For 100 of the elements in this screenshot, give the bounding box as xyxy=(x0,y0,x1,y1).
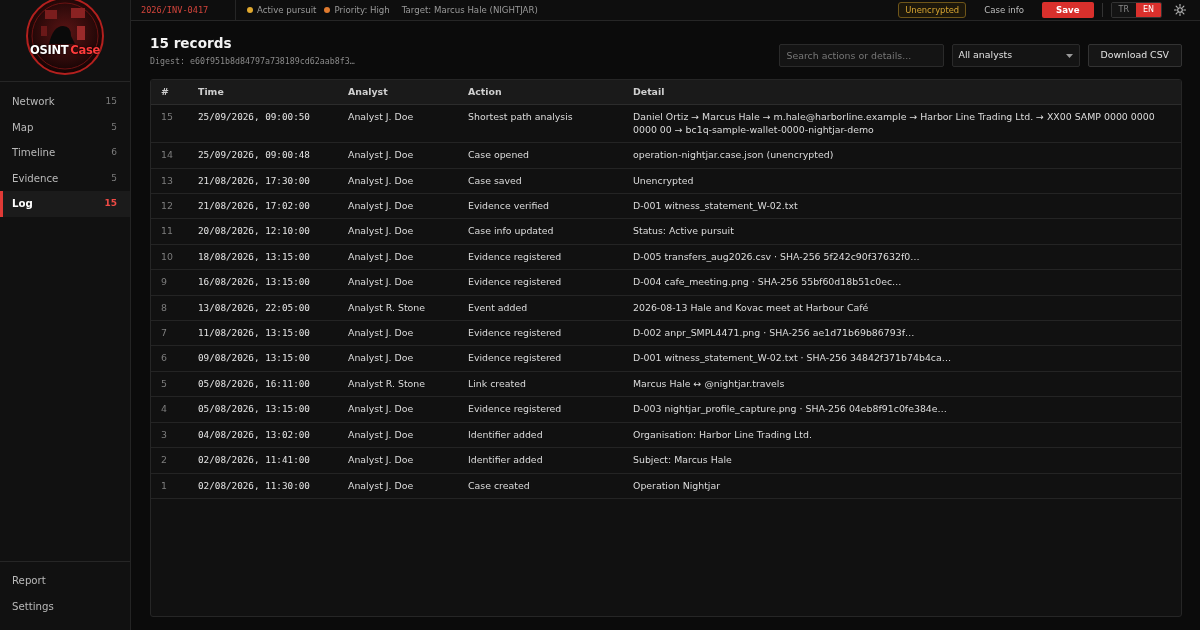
sidebar-nav-item[interactable]: Network 15 xyxy=(0,89,130,115)
row-number: 1 xyxy=(151,473,188,499)
analyst-cell: Analyst J. Doe xyxy=(338,422,458,448)
analyst-cell: Analyst J. Doe xyxy=(338,193,458,219)
time-cell: 11/08/2026, 13:15:00 xyxy=(188,320,338,346)
sidebar-nav-item[interactable]: Log 15 xyxy=(0,191,130,217)
action-cell: Case saved xyxy=(458,168,623,194)
time-cell: 09/08/2026, 13:15:00 xyxy=(188,345,338,372)
analyst-cell: Analyst J. Doe xyxy=(338,104,458,143)
item-count: 15 xyxy=(105,95,117,108)
item-count: 5 xyxy=(111,171,117,185)
analyst-cell: Analyst J. Doe xyxy=(338,244,458,270)
save-button[interactable]: Save xyxy=(1042,2,1094,18)
action-cell: Evidence registered xyxy=(458,396,623,423)
detail-cell: D-004 cafe_meeting.png · SHA-256 55bf60d18b51c0ec… xyxy=(623,269,1181,296)
detail-cell: D-001 witness_statement_W-02.txt · SHA-256 34842f371b74b4ca… xyxy=(623,345,1181,372)
logo-accent-text: Case xyxy=(70,44,100,57)
logo-text: OSINT xyxy=(30,44,69,57)
action-cell: Case created xyxy=(458,473,623,499)
analyst-cell: Analyst J. Doe xyxy=(338,447,458,473)
action-cell: Link created xyxy=(458,371,623,397)
action-cell: Evidence registered xyxy=(458,244,623,270)
time-cell: 18/08/2026, 13:15:00 xyxy=(188,244,338,270)
time-cell: 21/08/2026, 17:02:00 xyxy=(188,193,338,219)
target-label: Target: Marcus Hale (NIGHTJAR) xyxy=(401,3,538,17)
detail-cell: D-003 nightjar_profile_capture.png · SHA-256 04eb8f91c0fe384e… xyxy=(623,396,1181,423)
sidebar-nav-item[interactable]: Map 5 xyxy=(0,114,130,140)
row-number: 15 xyxy=(151,104,188,143)
detail-cell: Status: Active pursuit xyxy=(623,218,1181,245)
row-number: 10 xyxy=(151,244,188,270)
detail-cell: operation-nightjar.case.json (unencrypted) xyxy=(623,142,1181,169)
row-number: 7 xyxy=(151,320,188,346)
row-number: 4 xyxy=(151,396,188,423)
time-cell: 02/08/2026, 11:41:00 xyxy=(188,447,338,473)
action-cell: Identifier added xyxy=(458,447,623,473)
time-cell: 02/08/2026, 11:30:00 xyxy=(188,473,338,499)
detail-cell: Subject: Marcus Hale xyxy=(623,447,1181,473)
detail-cell: Operation Nightjar xyxy=(623,473,1181,499)
analyst-filter-select[interactable]: All analysts xyxy=(951,44,1080,67)
time-cell: 05/08/2026, 13:15:00 xyxy=(188,396,338,423)
sidebar-link[interactable]: Report xyxy=(0,568,130,594)
analyst-cell: Analyst R. Stone xyxy=(338,295,458,321)
column-header: Action xyxy=(458,80,623,105)
detail-cell: D-002 anpr_SMPL4471.png · SHA-256 ae1d71b69b86793f… xyxy=(623,320,1181,346)
row-number: 2 xyxy=(151,447,188,473)
language-option[interactable]: EN xyxy=(1135,3,1161,17)
action-cell: Evidence registered xyxy=(458,345,623,372)
row-number: 14 xyxy=(151,142,188,169)
row-number: 13 xyxy=(151,168,188,194)
analyst-cell: Analyst J. Doe xyxy=(338,345,458,372)
analyst-cell: Analyst J. Doe xyxy=(338,269,458,296)
detail-cell: D-005 transfers_aug2026.csv · SHA-256 5f242c90f37632f0… xyxy=(623,244,1181,270)
sidebar-nav-item[interactable]: Evidence 5 xyxy=(0,165,130,191)
analyst-cell: Analyst R. Stone xyxy=(338,371,458,397)
encryption-badge: Unencrypted xyxy=(898,2,967,18)
detail-cell: Unencrypted xyxy=(623,168,1181,194)
action-cell: Shortest path analysis xyxy=(458,104,623,143)
time-cell: 05/08/2026, 16:11:00 xyxy=(188,371,338,397)
row-number: 12 xyxy=(151,193,188,219)
time-cell: 25/09/2026, 09:00:50 xyxy=(188,104,338,143)
sidebar-nav-item[interactable]: Timeline 6 xyxy=(0,140,130,166)
row-number: 11 xyxy=(151,218,188,245)
download-csv-button[interactable]: Download CSV xyxy=(1087,44,1182,67)
column-header: # xyxy=(151,80,188,105)
sun-icon[interactable] xyxy=(1174,4,1186,16)
detail-cell: Organisation: Harbor Line Trading Ltd. xyxy=(623,422,1181,448)
detail-cell: 2026-08-13 Hale and Kovac meet at Harbour Café xyxy=(623,295,1181,321)
time-cell: 04/08/2026, 13:02:00 xyxy=(188,422,338,448)
row-number: 9 xyxy=(151,269,188,296)
action-cell: Evidence registered xyxy=(458,269,623,296)
detail-cell: D-001 witness_statement_W-02.txt xyxy=(623,193,1181,219)
analyst-cell: Analyst J. Doe xyxy=(338,320,458,346)
action-cell: Case opened xyxy=(458,142,623,169)
column-header: Time xyxy=(188,80,338,105)
action-cell: Evidence registered xyxy=(458,320,623,346)
time-cell: 13/08/2026, 22:05:00 xyxy=(188,295,338,321)
analyst-cell: Analyst J. Doe xyxy=(338,218,458,245)
caret-icon xyxy=(1065,53,1073,58)
row-number: 8 xyxy=(151,295,188,321)
time-cell: 20/08/2026, 12:10:00 xyxy=(188,218,338,245)
time-cell: 16/08/2026, 13:15:00 xyxy=(188,269,338,296)
search-field[interactable]: Search actions or details... xyxy=(778,44,944,67)
time-cell: 21/08/2026, 17:30:00 xyxy=(188,168,338,194)
analyst-cell: Analyst J. Doe xyxy=(338,396,458,423)
detail-cell: Daniel Ortiz → Marcus Hale → m.hale@harborline.example → Harbor Line Trading Ltd. → XX00 SAMP 0000 0000 0000 00 → bc1q-sample-wallet-0000-nightjar-demo xyxy=(623,104,1181,143)
column-header: Analyst xyxy=(338,80,458,105)
case-number: 2026/INV-0417 xyxy=(141,3,209,17)
records-title: 15 records xyxy=(150,34,233,52)
digest-text: Digest: e60f951b8d84797a738189cd62aab8f3… xyxy=(150,56,355,67)
item-count: 5 xyxy=(111,120,117,134)
action-cell: Event added xyxy=(458,295,623,321)
status-label: Active pursuit xyxy=(257,3,317,17)
action-cell: Case info updated xyxy=(458,218,623,245)
sidebar-link[interactable]: Settings xyxy=(0,593,130,619)
item-count: 15 xyxy=(104,197,117,210)
case-info-button[interactable]: Case info xyxy=(980,3,1029,17)
action-cell: Identifier added xyxy=(458,422,623,448)
detail-cell: Marcus Hale ↔ @nightjar.travels xyxy=(623,371,1181,397)
language-option[interactable]: TR xyxy=(1111,3,1136,17)
column-header: Detail xyxy=(623,80,1181,105)
